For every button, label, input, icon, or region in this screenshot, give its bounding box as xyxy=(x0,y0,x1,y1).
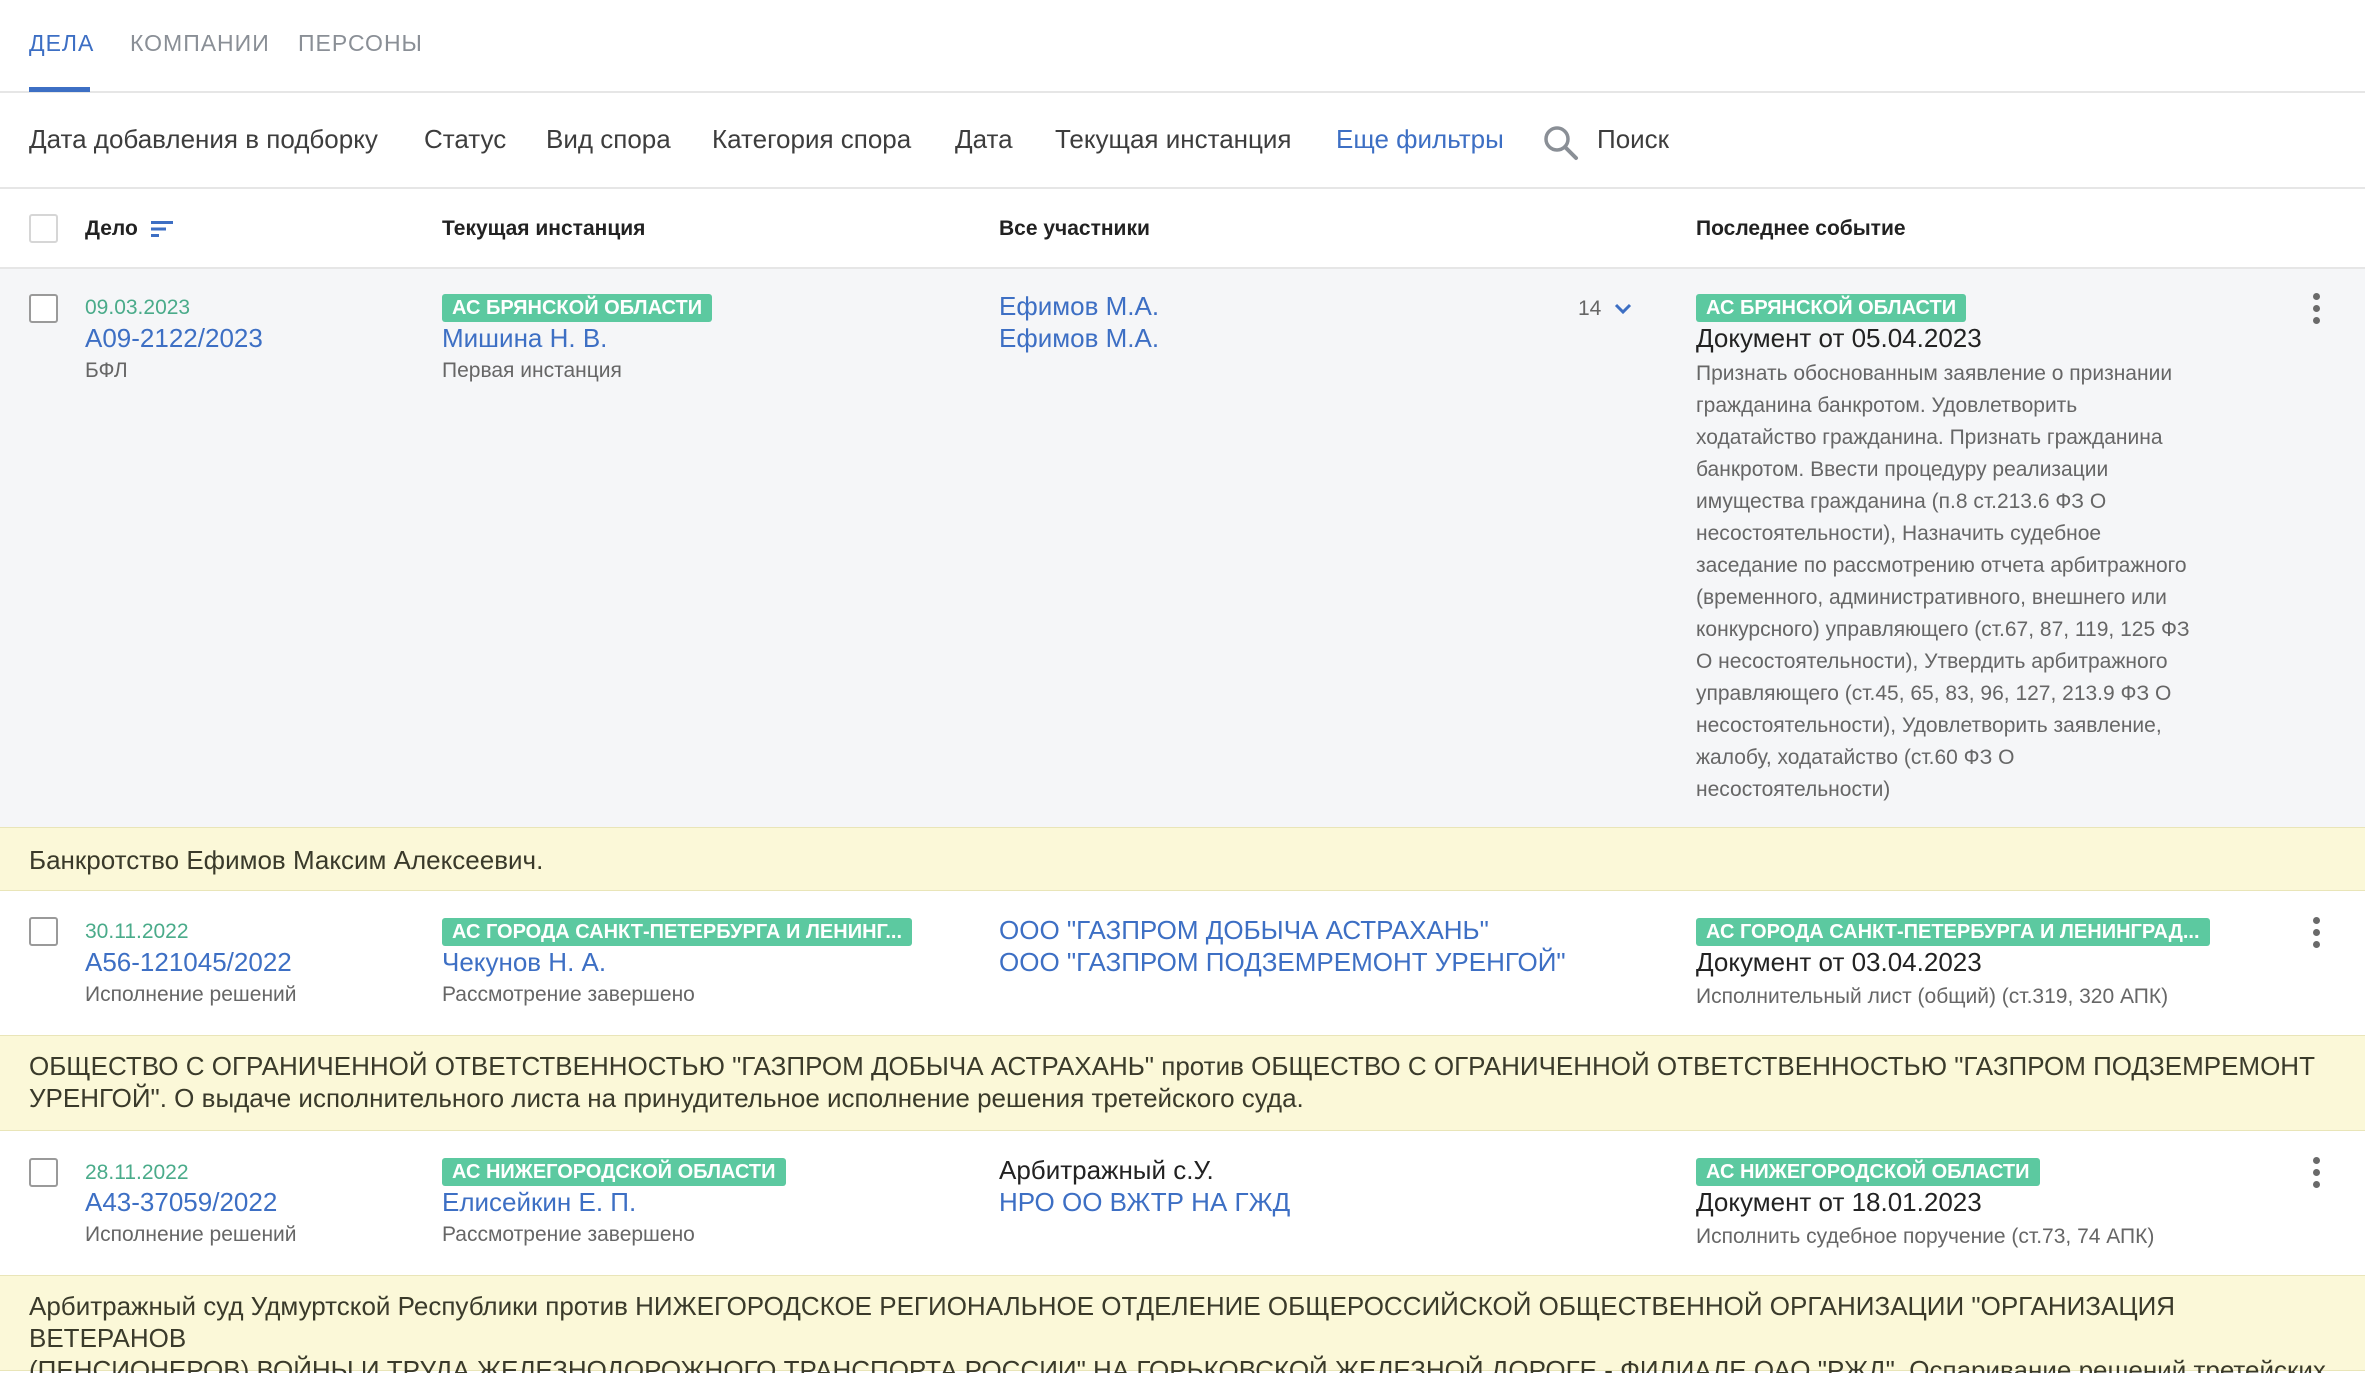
judge-link[interactable]: Чекунов Н. А. xyxy=(442,947,606,978)
event-description: Признать обоснованным заявление о призна… xyxy=(1696,362,2190,801)
filter-date[interactable]: Дата xyxy=(955,124,1013,155)
tab-cases[interactable]: ДЕЛА xyxy=(29,30,94,57)
active-tab-indicator xyxy=(29,87,90,92)
row-menu-icon[interactable] xyxy=(2310,293,2322,329)
sort-icon[interactable] xyxy=(151,220,173,238)
column-case[interactable]: Дело xyxy=(85,217,138,241)
column-last-event: Последнее событие xyxy=(1696,217,1906,240)
case-description: ОБЩЕСТВО С ОГРАНИЧЕННОЙ ОТВЕТСТВЕННОСТЬЮ… xyxy=(0,1035,2365,1131)
participants-count[interactable]: 14 xyxy=(1578,297,1601,321)
tab-bar: ДЕЛА КОМПАНИИ ПЕРСОНЫ xyxy=(0,0,2365,93)
filter-dispute-type[interactable]: Вид спора xyxy=(546,124,671,155)
event-document: Документ от 18.01.2023 xyxy=(1696,1187,1982,1217)
event-court-badge[interactable]: АС ГОРОДА САНКТ-ПЕТЕРБУРГА И ЛЕНИНГРАД..… xyxy=(1696,918,2210,946)
filter-dispute-category[interactable]: Категория спора xyxy=(712,124,911,155)
row-checkbox[interactable] xyxy=(29,294,58,323)
table-header: Дело Текущая инстанция Все участники Пос… xyxy=(0,189,2365,269)
column-instance: Текущая инстанция xyxy=(442,217,646,240)
participant-link[interactable]: Ефимов М.А. xyxy=(999,291,1159,322)
case-type: Исполнение решений xyxy=(85,983,297,1006)
instance-stage: Рассмотрение завершено xyxy=(442,1223,695,1246)
participant-link[interactable]: ООО "ГАЗПРОМ ПОДЗЕМРЕМОНТ УРЕНГОЙ" xyxy=(999,947,1566,978)
tab-companies[interactable]: КОМПАНИИ xyxy=(130,30,270,57)
instance-stage: Рассмотрение завершено xyxy=(442,983,695,1006)
event-description: Исполнить судебное поручение (ст.73, 74 … xyxy=(1696,1225,2155,1248)
participant-link[interactable]: НРО ОО ВЖТР НА ГЖД xyxy=(999,1187,1290,1218)
case-date: 28.11.2022 xyxy=(85,1161,189,1184)
case-description: Арбитражный суд Удмуртской Республики пр… xyxy=(0,1275,2365,1373)
filter-status[interactable]: Статус xyxy=(424,124,506,155)
filter-current-instance[interactable]: Текущая инстанция xyxy=(1055,124,1292,155)
tab-persons[interactable]: ПЕРСОНЫ xyxy=(298,30,423,57)
case-number-link[interactable]: А09-2122/2023 xyxy=(85,323,263,354)
row-menu-icon[interactable] xyxy=(2310,1157,2322,1193)
case-date: 30.11.2022 xyxy=(85,920,189,943)
case-date: 09.03.2023 xyxy=(85,296,191,319)
row-menu-icon[interactable] xyxy=(2310,917,2322,953)
chevron-down-icon[interactable] xyxy=(1614,303,1632,315)
instance-stage: Первая инстанция xyxy=(442,359,622,382)
case-type: БФЛ xyxy=(85,359,128,382)
court-badge[interactable]: АС ГОРОДА САНКТ-ПЕТЕРБУРГА И ЛЕНИНГ... xyxy=(442,918,913,946)
column-participants: Все участники xyxy=(999,217,1150,240)
judge-link[interactable]: Елисейкин Е. П. xyxy=(442,1187,636,1218)
filter-added-date[interactable]: Дата добавления в подборку xyxy=(29,124,378,155)
participant-link[interactable]: Ефимов М.А. xyxy=(999,323,1159,354)
select-all-checkbox[interactable] xyxy=(29,214,58,243)
event-court-badge[interactable]: АС БРЯНСКОЙ ОБЛАСТИ xyxy=(1696,294,1967,322)
event-document: Документ от 05.04.2023 xyxy=(1696,323,1982,353)
judge-link[interactable]: Мишина Н. В. xyxy=(442,323,607,354)
event-document: Документ от 03.04.2023 xyxy=(1696,947,1982,977)
case-type: Исполнение решений xyxy=(85,1223,297,1246)
event-description: Исполнительный лист (общий) (ст.319, 320… xyxy=(1696,985,2169,1008)
participant-name: Арбитражный с.У. xyxy=(999,1155,1214,1185)
case-description: Банкротство Ефимов Максим Алексеевич. xyxy=(0,827,2365,891)
row-checkbox[interactable] xyxy=(29,1158,58,1187)
search-icon[interactable] xyxy=(1541,123,1579,161)
row-checkbox[interactable] xyxy=(29,917,58,946)
court-badge[interactable]: АС НИЖЕГОРОДСКОЙ ОБЛАСТИ xyxy=(442,1158,786,1186)
table-row[interactable]: 30.11.2022 А56-121045/2022 Исполнение ре… xyxy=(0,891,2365,1035)
table-row[interactable]: 28.11.2022 А43-37059/2022 Исполнение реш… xyxy=(0,1131,2365,1275)
participant-link[interactable]: ООО "ГАЗПРОМ ДОБЫЧА АСТРАХАНЬ" xyxy=(999,915,1489,946)
search-input[interactable]: Поиск xyxy=(1597,124,1669,155)
table-row[interactable]: 09.03.2023 А09-2122/2023 БФЛ АС БРЯНСКОЙ… xyxy=(0,269,2365,827)
filter-bar: Дата добавления в подборку Статус Вид сп… xyxy=(0,93,2365,189)
case-number-link[interactable]: А56-121045/2022 xyxy=(85,947,292,978)
case-number-link[interactable]: А43-37059/2022 xyxy=(85,1187,277,1218)
event-court-badge[interactable]: АС НИЖЕГОРОДСКОЙ ОБЛАСТИ xyxy=(1696,1158,2040,1186)
court-badge[interactable]: АС БРЯНСКОЙ ОБЛАСТИ xyxy=(442,294,713,322)
more-filters-button[interactable]: Еще фильтры xyxy=(1336,124,1504,155)
